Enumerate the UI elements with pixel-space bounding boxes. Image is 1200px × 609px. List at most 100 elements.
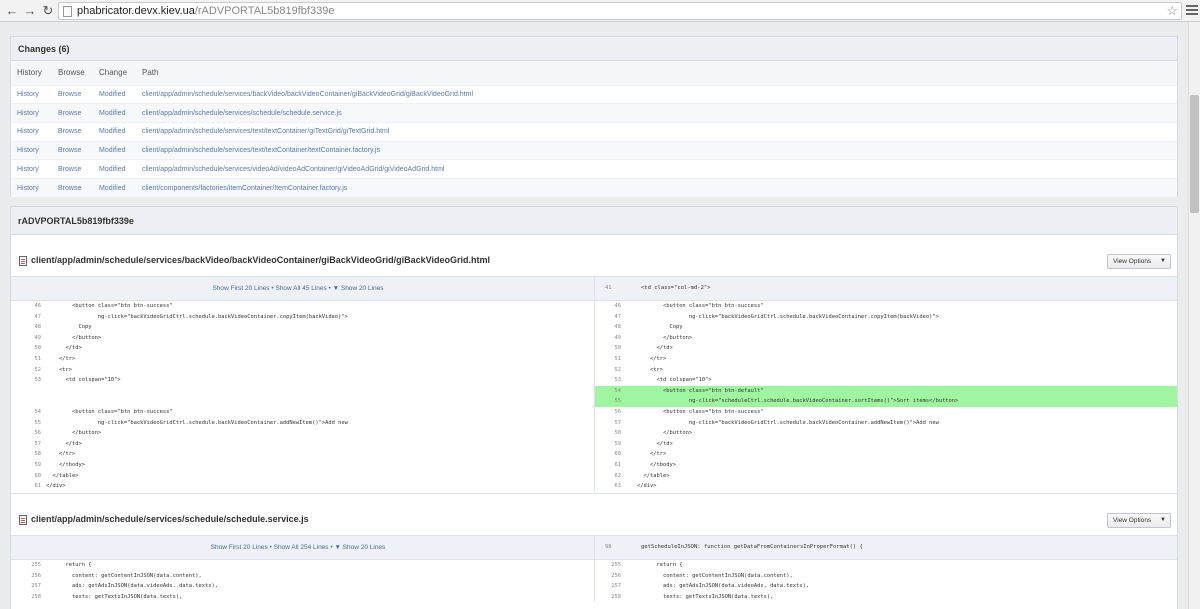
diff-line: 258 texts: getTextsInJSON(data.texts), 25… <box>11 592 1177 603</box>
right-line-number: 49 <box>614 334 622 341</box>
added-diff-line: 55 ng-click="scheduleCtrl.schedule.backV… <box>11 396 1177 407</box>
view-options-button[interactable]: View Options ▼ <box>1107 254 1171 269</box>
table-row: History Browse Modified client/app/admin/sc… <box>11 121 1177 142</box>
left-line-number: 53 <box>34 377 42 384</box>
back-arrow-icon[interactable]: ← <box>4 3 20 19</box>
right-line-number: 57 <box>614 419 622 426</box>
history-link[interactable]: History <box>11 103 52 123</box>
page-icon <box>63 6 72 17</box>
changes-table: History Browse Change Path History Browse… <box>11 61 1177 198</box>
browse-link[interactable]: Browse <box>52 140 93 160</box>
left-code: return { <box>46 562 92 568</box>
changes-title: Changes (6) <box>11 37 1177 61</box>
left-line-number: 255 <box>31 562 41 568</box>
diff-line: 55 ng-click="backVideoGridCtrl.schedule.… <box>11 418 1177 429</box>
left-line-number: 46 <box>34 303 42 309</box>
history-link[interactable]: History <box>11 177 52 198</box>
table-row: History Browse Modified client/app/admin/sc… <box>11 84 1177 104</box>
left-line-number: 52 <box>34 366 42 373</box>
table-row: History Browse Modified client/app/admin/sc… <box>11 140 1177 160</box>
diff-line: 58 </tr> 60 </tr> <box>11 449 1177 460</box>
right-line-number: 61 <box>614 461 622 468</box>
right-code: <button class="btn btn-success" <box>637 303 764 309</box>
commit-title: rADVPORTAL5b819fbf339e <box>11 207 1177 235</box>
caret-down-icon: ▼ <box>1160 258 1166 264</box>
history-link[interactable]: History <box>11 84 52 104</box>
right-code: return { <box>637 562 683 568</box>
right-line-number: 50 <box>614 345 622 352</box>
path-link[interactable]: client/components/factories/itemContaine… <box>136 177 1177 198</box>
context-line-number: 41 <box>605 285 612 291</box>
diff-line: 46 <button class="btn btn-success" 46 <bu… <box>11 301 1177 312</box>
right-code: ads: getAdsInJSON(data.videoAds, data.te… <box>637 583 810 590</box>
diff-line: 48 Copy 48 Copy <box>11 322 1177 333</box>
left-code: content: getContentInJSON(data.content), <box>46 572 202 579</box>
browse-link[interactable]: Browse <box>52 177 93 198</box>
history-link[interactable]: History <box>11 140 52 160</box>
scrollbar-thumb[interactable] <box>1190 95 1199 213</box>
right-line-number: 51 <box>614 355 622 362</box>
right-line-number: 258 <box>611 593 621 600</box>
column-header-change: Change <box>93 61 136 85</box>
browse-link[interactable]: Browse <box>52 121 93 142</box>
file-header: client/app/admin/schedule/services/backV… <box>19 251 1171 273</box>
diff-line: 257 ads: getAdsInJSON(data.videoAds, dat… <box>11 581 1177 592</box>
right-code: content: getContentInJSON(data.content), <box>637 572 793 579</box>
left-line-number: 60 <box>34 472 42 479</box>
right-code: <button class="btn btn-success" <box>637 408 764 415</box>
diff-line: 255 return {255 return { <box>11 560 1177 571</box>
browse-link[interactable]: Browse <box>52 159 93 179</box>
diff-line: 59 </tbody> 61 </tbody> <box>11 460 1177 471</box>
diff-line: 53 <td colspan="10"> 53 <td colspan="10"> <box>11 375 1177 386</box>
context-line-number: 98 <box>605 544 612 550</box>
right-code: </td> <box>637 345 673 352</box>
history-link[interactable]: History <box>11 121 52 142</box>
left-line-number: 47 <box>34 313 42 320</box>
left-code: ng-click="backVideoGridCtrl.schedule.bac… <box>46 313 348 320</box>
left-code: </div> <box>46 483 66 490</box>
left-code: <tr> <box>46 366 72 373</box>
left-line-number: 51 <box>34 355 42 362</box>
context-bar: Show First 20 Lines • Show All 254 Lines… <box>11 536 1177 560</box>
diff-view: Show First 20 Lines • Show All 254 Lines… <box>11 535 1177 609</box>
change-type: Modified <box>93 177 136 198</box>
right-line-number: 46 <box>614 303 622 309</box>
right-line-number: 59 <box>614 440 622 447</box>
path-link[interactable]: client/app/admin/schedule/services/text/… <box>136 121 1177 142</box>
view-options-button[interactable]: View Options ▼ <box>1107 513 1171 528</box>
right-line-number: 62 <box>614 472 622 479</box>
right-code: <tr> <box>637 366 663 373</box>
path-link[interactable]: client/app/admin/schedule/services/text/… <box>136 140 1177 160</box>
bookmark-star-icon[interactable]: ☆ <box>1166 3 1178 19</box>
browse-link[interactable]: Browse <box>52 103 93 123</box>
history-link[interactable]: History <box>11 159 52 179</box>
show-context-links[interactable]: Show First 20 Lines • Show All 45 Lines … <box>11 285 585 292</box>
left-line-number: 57 <box>34 440 42 447</box>
path-link[interactable]: client/app/admin/schedule/services/video… <box>136 159 1177 179</box>
right-line-number: 52 <box>614 366 622 373</box>
file-path: client/app/admin/schedule/services/sched… <box>31 514 309 524</box>
path-link[interactable]: client/app/admin/schedule/services/sched… <box>136 103 1177 123</box>
left-code: <td colspan="10"> <box>46 377 121 384</box>
forward-arrow-icon[interactable]: → <box>22 3 38 19</box>
right-code: </tbody> <box>637 461 676 468</box>
browser-menu-icon[interactable] <box>1186 3 1198 19</box>
right-line-number: 48 <box>614 324 622 331</box>
reload-icon[interactable]: ↻ <box>40 3 56 19</box>
url-host: phabricator.devx.kiev.ua <box>77 5 195 17</box>
browser-toolbar: ← → ↻ phabricator.devx.kiev.ua/rADVPORTA… <box>0 0 1200 22</box>
diff-line: 56 </button> 58 </button> <box>11 428 1177 439</box>
diff-line: 52 <tr> 52 <tr> <box>11 365 1177 376</box>
address-bar[interactable]: phabricator.devx.kiev.ua/rADVPORTAL5b819… <box>58 2 1182 20</box>
left-code: </tr> <box>46 451 76 458</box>
file-icon <box>19 515 27 525</box>
right-code: </tr> <box>637 451 667 458</box>
path-link[interactable]: client/app/admin/schedule/services/backV… <box>136 84 1177 104</box>
right-line-number: 53 <box>614 377 622 384</box>
view-options-label: View Options <box>1113 258 1152 265</box>
left-code: </tr> <box>46 355 76 362</box>
browse-link[interactable]: Browse <box>52 84 93 104</box>
left-line-number: 257 <box>31 583 41 590</box>
right-code: <button class="btn btn-default" <box>637 387 764 394</box>
show-context-links[interactable]: Show First 20 Lines • Show All 254 Lines… <box>11 544 585 551</box>
